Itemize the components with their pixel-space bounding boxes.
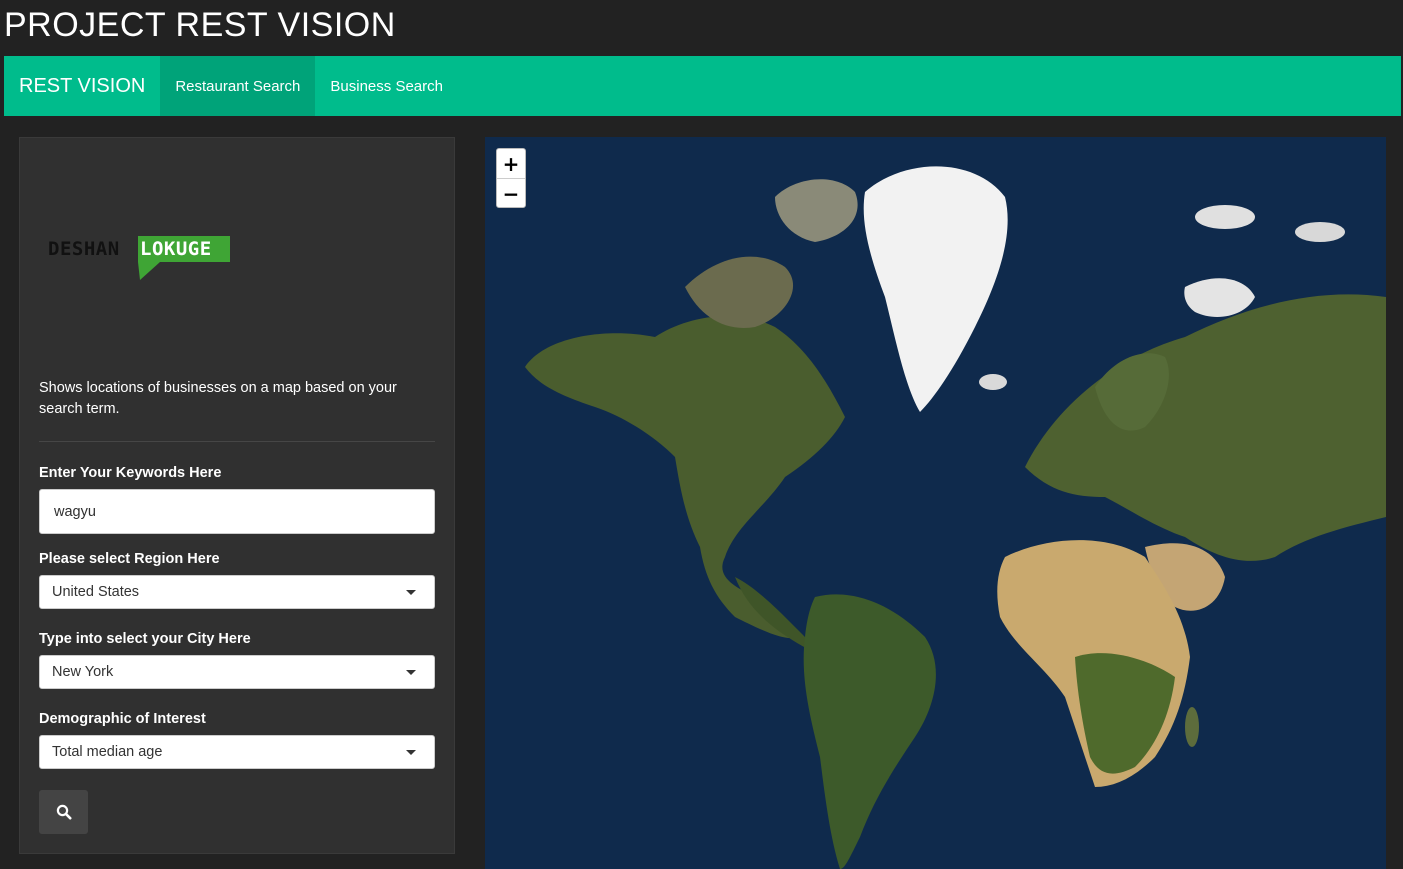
satellite-map-imagery bbox=[485, 137, 1386, 869]
demographic-label: Demographic of Interest bbox=[39, 711, 206, 727]
chevron-down-icon bbox=[406, 749, 416, 755]
world-map[interactable]: + − bbox=[485, 137, 1386, 869]
search-button[interactable] bbox=[39, 790, 88, 834]
region-select-value: United States bbox=[52, 584, 140, 600]
tab-restaurant-search[interactable]: Restaurant Search bbox=[160, 56, 316, 116]
search-icon bbox=[56, 804, 71, 820]
demographic-select[interactable]: Total median age bbox=[39, 735, 435, 769]
deshan-lokuge-logo: DESHAN LOKUGE bbox=[48, 236, 230, 280]
navbar: REST VISION Restaurant Search Business S… bbox=[4, 56, 1401, 116]
keywords-label: Enter Your Keywords Here bbox=[39, 465, 222, 481]
keywords-input[interactable] bbox=[39, 489, 435, 534]
city-label: Type into select your City Here bbox=[39, 631, 251, 647]
divider bbox=[39, 441, 435, 442]
logo-text-right: LOKUGE bbox=[140, 238, 212, 260]
demographic-select-value: Total median age bbox=[52, 744, 163, 760]
region-select[interactable]: United States bbox=[39, 575, 435, 609]
iceland bbox=[979, 374, 1007, 390]
madagascar bbox=[1185, 707, 1199, 747]
region-label: Please select Region Here bbox=[39, 551, 220, 567]
chevron-down-icon bbox=[406, 669, 416, 675]
zoom-in-button[interactable]: + bbox=[497, 149, 525, 179]
app-description: Shows locations of businesses on a map b… bbox=[39, 380, 397, 417]
tab-business-search[interactable]: Business Search bbox=[315, 56, 458, 116]
app-title: PROJECT REST VISION bbox=[4, 6, 396, 44]
zoom-control: + − bbox=[496, 148, 526, 208]
sidebar-panel: DESHAN LOKUGE Shows locations of busines… bbox=[19, 137, 455, 854]
city-select-value: New York bbox=[52, 664, 114, 680]
franz-josef-land bbox=[1295, 222, 1345, 242]
city-select[interactable]: New York bbox=[39, 655, 435, 689]
svalbard bbox=[1195, 205, 1255, 229]
chevron-down-icon bbox=[406, 589, 416, 595]
logo-text-left: DESHAN bbox=[48, 238, 120, 260]
zoom-out-button[interactable]: − bbox=[497, 179, 525, 208]
navbar-brand[interactable]: REST VISION bbox=[4, 56, 160, 116]
logo-banner-tail bbox=[138, 262, 160, 280]
